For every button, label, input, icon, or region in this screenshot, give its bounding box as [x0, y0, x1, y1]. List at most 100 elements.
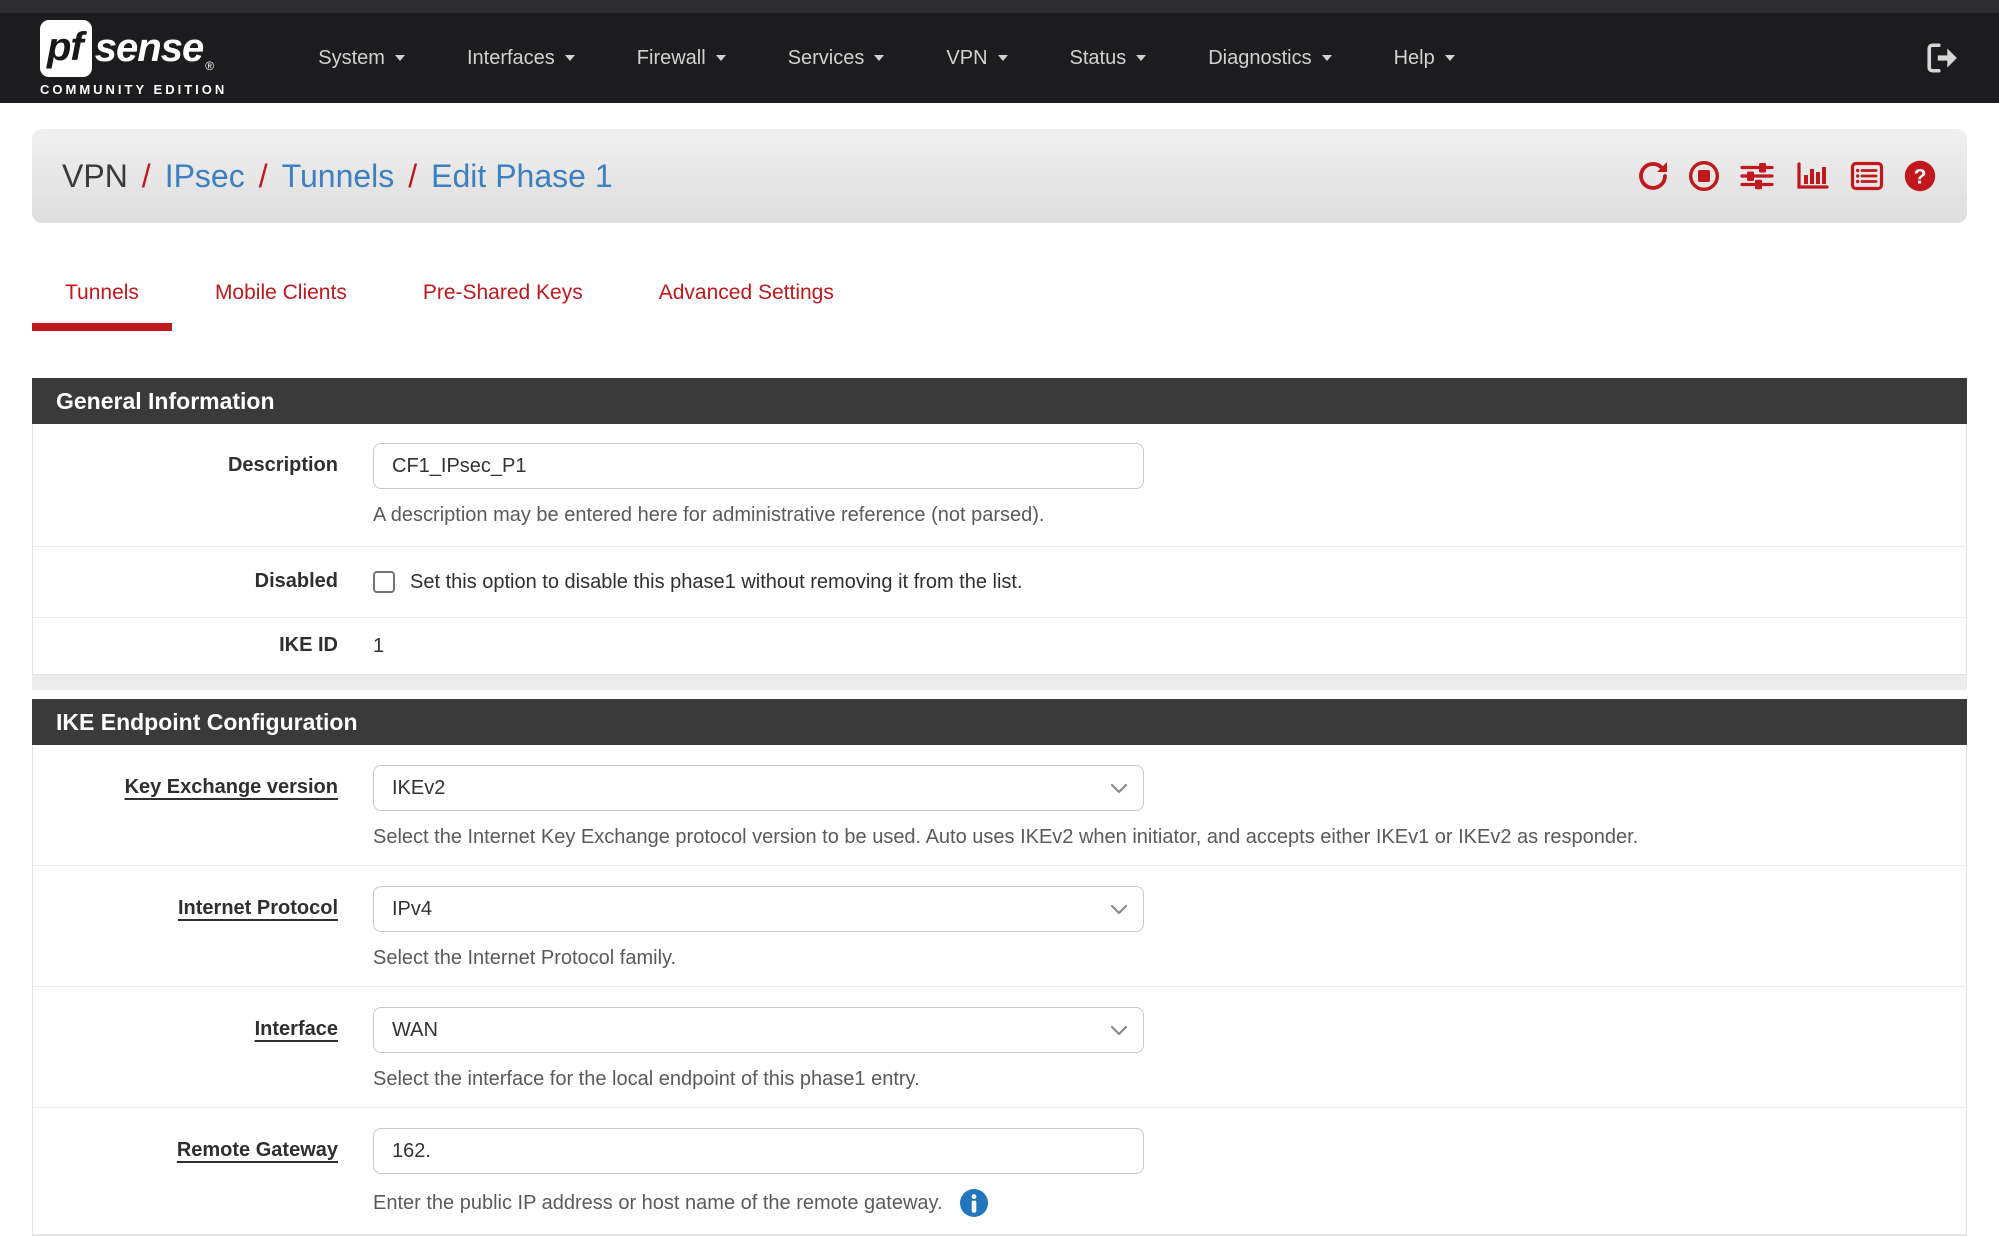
row-content: A description may be entered here for ad…	[373, 443, 1966, 527]
sign-out-icon[interactable]	[1925, 42, 1959, 74]
form-row-interface: Interface WAN Select the interface for t…	[33, 987, 1966, 1108]
breadcrumb-separator: /	[408, 158, 417, 195]
disabled-checkbox-label: Set this option to disable this phase1 w…	[410, 569, 1023, 595]
form-row-internet-protocol: Internet Protocol IPv4 Select the Intern…	[33, 866, 1966, 987]
nav-item-interfaces[interactable]: Interfaces	[436, 47, 606, 70]
panel-general-information: General Information Description A descri…	[32, 378, 1967, 675]
form-row-remote-gateway: Remote Gateway Enter the public IP addre…	[33, 1108, 1966, 1234]
breadcrumb-item-vpn: VPN	[62, 158, 128, 195]
row-content: Set this option to disable this phase1 w…	[373, 569, 1966, 595]
pfsense-logo[interactable]: pf sense ® COMMUNITY EDITION	[40, 20, 227, 97]
tab-mobile-clients[interactable]: Mobile Clients	[182, 280, 380, 331]
interface-label: Interface	[33, 1007, 338, 1091]
disabled-label: Disabled	[33, 569, 338, 595]
description-label: Description	[33, 443, 338, 527]
list-alt-icon[interactable]	[1848, 159, 1886, 193]
remote-gateway-input[interactable]	[373, 1128, 1144, 1174]
breadcrumb-link-edit-phase-1[interactable]: Edit Phase 1	[431, 158, 612, 195]
nav-item-label: VPN	[946, 47, 987, 70]
pfsense-logo-pf: pf	[40, 20, 92, 77]
window-top-strip	[0, 0, 1999, 13]
tab-advanced-settings[interactable]: Advanced Settings	[626, 280, 867, 331]
sliders-icon[interactable]	[1738, 159, 1776, 193]
ike-id-label-text: IKE ID	[279, 634, 338, 656]
breadcrumb-trail: VPN / IPsec / Tunnels / Edit Phase 1	[62, 158, 613, 195]
breadcrumb-actions: ?	[1636, 159, 1937, 193]
row-content: 1	[373, 633, 1966, 659]
nav-item-help[interactable]: Help	[1363, 47, 1486, 70]
remote-gateway-label-text: Remote Gateway	[177, 1139, 338, 1161]
disabled-checkbox[interactable]	[373, 571, 395, 593]
panel-ike-endpoint-configuration: IKE Endpoint Configuration Key Exchange …	[32, 699, 1967, 1235]
key-exchange-version-select-wrap: IKEv2	[373, 765, 1144, 811]
caret-down-icon	[395, 55, 405, 61]
section-heading-ike-endpoint-configuration: IKE Endpoint Configuration	[32, 699, 1967, 745]
nav-item-label: Status	[1070, 47, 1127, 70]
form-row-ike-id: IKE ID 1	[33, 618, 1966, 674]
interface-select-wrap: WAN	[373, 1007, 1144, 1053]
nav-item-vpn[interactable]: VPN	[915, 47, 1038, 70]
nav-item-diagnostics[interactable]: Diagnostics	[1177, 47, 1362, 70]
panel-body: Description A description may be entered…	[32, 424, 1967, 675]
form-row-disabled: Disabled Set this option to disable this…	[33, 547, 1966, 618]
tab-pre-shared-keys[interactable]: Pre-Shared Keys	[390, 280, 616, 331]
nav-menu: System Interfaces Firewall Services VPN …	[287, 47, 1485, 70]
section-heading-general-information: General Information	[32, 378, 1967, 424]
ike-id-value: 1	[373, 633, 1966, 659]
question-circle-icon[interactable]: ?	[1903, 159, 1937, 193]
tab-tunnels[interactable]: Tunnels	[32, 280, 172, 331]
row-content: IPv4 Select the Internet Protocol family…	[373, 886, 1966, 970]
internet-protocol-select[interactable]: IPv4	[373, 886, 1144, 932]
nav-item-label: Services	[788, 47, 865, 70]
remote-gateway-help-text: Enter the public IP address or host name…	[373, 1191, 943, 1215]
form-row-key-exchange-version: Key Exchange version IKEv2 Select the In…	[33, 745, 1966, 866]
description-label-text: Description	[228, 454, 338, 476]
nav-item-firewall[interactable]: Firewall	[606, 47, 757, 70]
internet-protocol-label-text: Internet Protocol	[178, 897, 338, 919]
pfsense-logo-row: pf sense ®	[40, 20, 227, 77]
bar-chart-icon[interactable]	[1793, 159, 1831, 193]
interface-label-text: Interface	[255, 1018, 338, 1040]
refresh-icon[interactable]	[1636, 159, 1670, 193]
breadcrumb-link-tunnels[interactable]: Tunnels	[282, 158, 395, 195]
caret-down-icon	[998, 55, 1008, 61]
internet-protocol-help: Select the Internet Protocol family.	[373, 946, 1966, 970]
form-row-description: Description A description may be entered…	[33, 424, 1966, 547]
nav-item-label: Interfaces	[467, 47, 555, 70]
breadcrumb-link-ipsec[interactable]: IPsec	[165, 158, 245, 195]
remote-gateway-label: Remote Gateway	[33, 1128, 338, 1218]
row-content: IKEv2 Select the Internet Key Exchange p…	[373, 765, 1966, 849]
remote-gateway-help: Enter the public IP address or host name…	[373, 1188, 1966, 1218]
breadcrumb: VPN / IPsec / Tunnels / Edit Phase 1	[32, 129, 1967, 223]
breadcrumb-separator: /	[259, 158, 268, 195]
interface-help: Select the interface for the local endpo…	[373, 1067, 1966, 1091]
info-circle-icon[interactable]	[959, 1188, 989, 1218]
caret-down-icon	[565, 55, 575, 61]
stop-circle-icon[interactable]	[1687, 159, 1721, 193]
nav-item-system[interactable]: System	[287, 47, 436, 70]
disabled-label-text: Disabled	[255, 570, 338, 592]
caret-down-icon	[1322, 55, 1332, 61]
pfsense-logo-sense: sense	[95, 26, 203, 71]
nav-item-label: Help	[1394, 47, 1435, 70]
disabled-check-line: Set this option to disable this phase1 w…	[373, 569, 1966, 595]
nav-item-label: System	[318, 47, 385, 70]
breadcrumb-separator: /	[142, 158, 151, 195]
caret-down-icon	[1445, 55, 1455, 61]
description-input[interactable]	[373, 443, 1144, 489]
internet-protocol-label: Internet Protocol	[33, 886, 338, 970]
nav-item-status[interactable]: Status	[1039, 47, 1178, 70]
svg-text:?: ?	[1914, 166, 1927, 189]
panel-body: Key Exchange version IKEv2 Select the In…	[32, 745, 1967, 1235]
row-content: WAN Select the interface for the local e…	[373, 1007, 1966, 1091]
interface-select[interactable]: WAN	[373, 1007, 1144, 1053]
key-exchange-version-label: Key Exchange version	[33, 765, 338, 849]
registered-mark: ®	[205, 59, 214, 73]
key-exchange-version-select[interactable]: IKEv2	[373, 765, 1144, 811]
nav-item-label: Firewall	[637, 47, 706, 70]
community-edition-label: COMMUNITY EDITION	[40, 82, 227, 97]
nav-item-services[interactable]: Services	[757, 47, 916, 70]
internet-protocol-select-wrap: IPv4	[373, 886, 1144, 932]
key-exchange-version-label-text: Key Exchange version	[125, 776, 338, 798]
caret-down-icon	[716, 55, 726, 61]
